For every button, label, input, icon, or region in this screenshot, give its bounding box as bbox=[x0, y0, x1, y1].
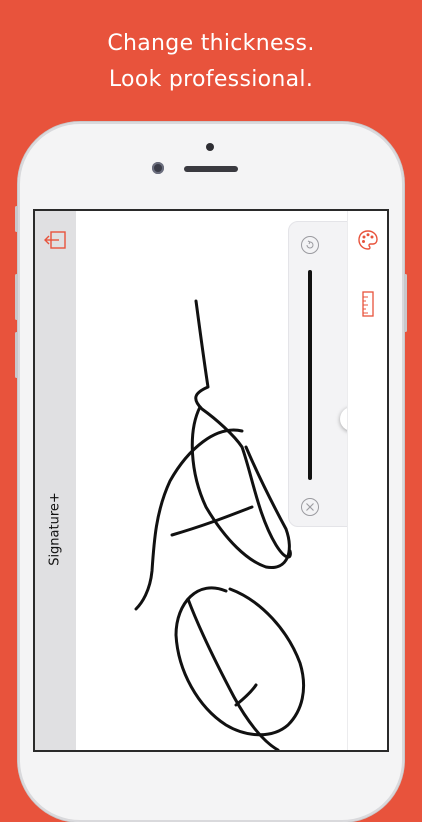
volume-up-button bbox=[15, 274, 18, 320]
proximity-sensor bbox=[206, 143, 214, 151]
exit-button[interactable] bbox=[42, 227, 70, 253]
headline-line-1: Change thickness. bbox=[107, 31, 315, 56]
thickness-preview-line bbox=[308, 270, 312, 480]
front-camera bbox=[152, 162, 164, 174]
exit-icon bbox=[44, 231, 66, 249]
volume-down-button bbox=[15, 332, 18, 378]
promo-headline: Change thickness. Look professional. bbox=[0, 26, 422, 98]
mute-switch bbox=[15, 206, 18, 232]
undo-icon bbox=[306, 240, 314, 249]
undo-button[interactable] bbox=[301, 236, 319, 254]
ruler-button[interactable] bbox=[362, 291, 374, 317]
power-button bbox=[404, 274, 407, 332]
palette-button[interactable] bbox=[357, 229, 379, 251]
palette-icon bbox=[358, 230, 378, 250]
clear-button[interactable] bbox=[301, 498, 319, 516]
ruler-icon bbox=[362, 291, 374, 317]
app-screen: Signature+ bbox=[35, 211, 387, 750]
signature-canvas[interactable] bbox=[76, 211, 380, 750]
left-toolbar: Signature+ bbox=[35, 211, 76, 750]
clear-icon bbox=[306, 503, 314, 511]
right-toolbar bbox=[347, 211, 387, 750]
app-title: Signature+ bbox=[47, 492, 63, 566]
headline-line-2: Look professional. bbox=[108, 67, 314, 92]
earpiece-speaker bbox=[184, 166, 238, 172]
